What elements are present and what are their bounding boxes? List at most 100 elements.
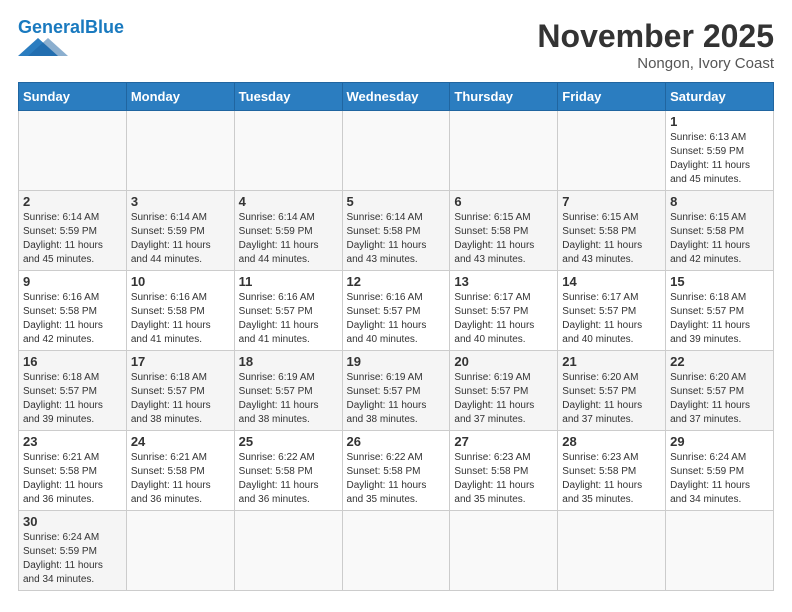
day-info: Sunrise: 6:22 AMSunset: 5:58 PMDaylight:…: [239, 451, 338, 507]
day-info: Sunrise: 6:16 AMSunset: 5:58 PMDaylight:…: [131, 291, 230, 347]
weekday-header-thursday: Thursday: [450, 83, 558, 111]
day-info: Sunrise: 6:20 AMSunset: 5:57 PMDaylight:…: [670, 371, 769, 427]
day-info: Sunrise: 6:15 AMSunset: 5:58 PMDaylight:…: [670, 211, 769, 267]
calendar-cell: 25Sunrise: 6:22 AMSunset: 5:58 PMDayligh…: [234, 431, 342, 511]
calendar-cell: 13Sunrise: 6:17 AMSunset: 5:57 PMDayligh…: [450, 271, 558, 351]
day-info: Sunrise: 6:14 AMSunset: 5:58 PMDaylight:…: [347, 211, 446, 267]
calendar-cell: 2 Sunrise: 6:14 AMSunset: 5:59 PMDaylight…: [19, 191, 127, 271]
calendar-cell: 24Sunrise: 6:21 AMSunset: 5:58 PMDayligh…: [126, 431, 234, 511]
calendar-cell: [450, 111, 558, 191]
day-info: Sunrise: 6:14 AMSunset: 5:59 PMDaylight:…: [23, 211, 122, 267]
calendar-week-row: 23 Sunrise: 6:21 AMSunset: 5:58 PMDayligh…: [19, 431, 774, 511]
calendar-cell: [450, 511, 558, 591]
day-number: 5: [347, 194, 446, 209]
calendar-week-row: 30 Sunrise: 6:24 AMSunset: 5:59 PMDayligh…: [19, 511, 774, 591]
day-info: Sunrise: 6:21 AMSunset: 5:58 PMDaylight:…: [23, 451, 122, 507]
day-info: Sunrise: 6:19 AMSunset: 5:57 PMDaylight:…: [347, 371, 446, 427]
calendar-cell: [126, 511, 234, 591]
calendar-cell: 19 Sunrise: 6:19 AMSunset: 5:57 PMDayligh…: [342, 351, 450, 431]
day-number: 20: [454, 354, 553, 369]
calendar-week-row: 9 Sunrise: 6:16 AMSunset: 5:58 PMDaylight…: [19, 271, 774, 351]
day-number: 8: [670, 194, 769, 209]
calendar-cell: 27 Sunrise: 6:23 AMSunset: 5:58 PMDayligh…: [450, 431, 558, 511]
day-info: Sunrise: 6:17 AMSunset: 5:57 PMDaylight:…: [454, 291, 553, 347]
calendar-cell: [126, 111, 234, 191]
day-number: 22: [670, 354, 769, 369]
day-info: Sunrise: 6:18 AMSunset: 5:57 PMDaylight:…: [131, 371, 230, 427]
calendar-cell: 15 Sunrise: 6:18 AMSunset: 5:57 PMDayligh…: [666, 271, 774, 351]
day-number: 10: [131, 274, 230, 289]
weekday-header-tuesday: Tuesday: [234, 83, 342, 111]
day-info: Sunrise: 6:16 AMSunset: 5:57 PMDaylight:…: [347, 291, 446, 347]
weekday-header-row: SundayMondayTuesdayWednesdayThursdayFrid…: [19, 83, 774, 111]
day-number: 26: [347, 434, 446, 449]
calendar-cell: 10 Sunrise: 6:16 AMSunset: 5:58 PMDayligh…: [126, 271, 234, 351]
calendar-cell: 1 Sunrise: 6:13 AMSunset: 5:59 PMDaylight…: [666, 111, 774, 191]
location: Nongon, Ivory Coast: [537, 55, 774, 72]
calendar-cell: 30 Sunrise: 6:24 AMSunset: 5:59 PMDayligh…: [19, 511, 127, 591]
day-number: 4: [239, 194, 338, 209]
day-number: 9: [23, 274, 122, 289]
calendar-cell: [234, 111, 342, 191]
calendar-cell: 16 Sunrise: 6:18 AMSunset: 5:57 PMDayligh…: [19, 351, 127, 431]
day-info: Sunrise: 6:15 AMSunset: 5:58 PMDaylight:…: [562, 211, 661, 267]
calendar-cell: [342, 511, 450, 591]
logo-general: General: [18, 17, 85, 37]
calendar-cell: 8 Sunrise: 6:15 AMSunset: 5:58 PMDaylight…: [666, 191, 774, 271]
day-info: Sunrise: 6:24 AMSunset: 5:59 PMDaylight:…: [670, 451, 769, 507]
logo-text: GeneralBlue: [18, 18, 124, 38]
day-number: 23: [23, 434, 122, 449]
day-info: Sunrise: 6:13 AMSunset: 5:59 PMDaylight:…: [670, 131, 769, 187]
logo-icon: [18, 38, 68, 56]
weekday-header-sunday: Sunday: [19, 83, 127, 111]
day-info: Sunrise: 6:23 AMSunset: 5:58 PMDaylight:…: [562, 451, 661, 507]
calendar-cell: 23 Sunrise: 6:21 AMSunset: 5:58 PMDayligh…: [19, 431, 127, 511]
weekday-header-wednesday: Wednesday: [342, 83, 450, 111]
day-number: 28: [562, 434, 661, 449]
day-info: Sunrise: 6:18 AMSunset: 5:57 PMDaylight:…: [23, 371, 122, 427]
page-header: GeneralBlue November 2025 Nongon, Ivory …: [18, 18, 774, 72]
day-number: 2: [23, 194, 122, 209]
day-number: 6: [454, 194, 553, 209]
day-number: 30: [23, 514, 122, 529]
calendar-cell: 20Sunrise: 6:19 AMSunset: 5:57 PMDayligh…: [450, 351, 558, 431]
calendar-cell: 22 Sunrise: 6:20 AMSunset: 5:57 PMDayligh…: [666, 351, 774, 431]
day-info: Sunrise: 6:24 AMSunset: 5:59 PMDaylight:…: [23, 531, 122, 587]
day-info: Sunrise: 6:21 AMSunset: 5:58 PMDaylight:…: [131, 451, 230, 507]
calendar-cell: 4 Sunrise: 6:14 AMSunset: 5:59 PMDaylight…: [234, 191, 342, 271]
calendar-cell: 29 Sunrise: 6:24 AMSunset: 5:59 PMDayligh…: [666, 431, 774, 511]
day-number: 19: [347, 354, 446, 369]
calendar-cell: [558, 511, 666, 591]
day-number: 3: [131, 194, 230, 209]
day-info: Sunrise: 6:14 AMSunset: 5:59 PMDaylight:…: [239, 211, 338, 267]
day-info: Sunrise: 6:23 AMSunset: 5:58 PMDaylight:…: [454, 451, 553, 507]
day-number: 18: [239, 354, 338, 369]
day-number: 17: [131, 354, 230, 369]
day-info: Sunrise: 6:18 AMSunset: 5:57 PMDaylight:…: [670, 291, 769, 347]
calendar-cell: [234, 511, 342, 591]
day-number: 27: [454, 434, 553, 449]
calendar-cell: 18 Sunrise: 6:19 AMSunset: 5:57 PMDayligh…: [234, 351, 342, 431]
day-info: Sunrise: 6:17 AMSunset: 5:57 PMDaylight:…: [562, 291, 661, 347]
day-info: Sunrise: 6:22 AMSunset: 5:58 PMDaylight:…: [347, 451, 446, 507]
logo-blue: Blue: [85, 17, 124, 37]
day-number: 29: [670, 434, 769, 449]
calendar-week-row: 16 Sunrise: 6:18 AMSunset: 5:57 PMDayligh…: [19, 351, 774, 431]
day-number: 21: [562, 354, 661, 369]
calendar-cell: 6Sunrise: 6:15 AMSunset: 5:58 PMDaylight…: [450, 191, 558, 271]
day-number: 15: [670, 274, 769, 289]
calendar-cell: 11Sunrise: 6:16 AMSunset: 5:57 PMDayligh…: [234, 271, 342, 351]
day-number: 7: [562, 194, 661, 209]
calendar-cell: 26 Sunrise: 6:22 AMSunset: 5:58 PMDayligh…: [342, 431, 450, 511]
calendar-cell: [342, 111, 450, 191]
day-number: 16: [23, 354, 122, 369]
calendar-cell: 5 Sunrise: 6:14 AMSunset: 5:58 PMDaylight…: [342, 191, 450, 271]
logo: GeneralBlue: [18, 18, 124, 61]
day-info: Sunrise: 6:19 AMSunset: 5:57 PMDaylight:…: [239, 371, 338, 427]
calendar-cell: [666, 511, 774, 591]
calendar-cell: 12Sunrise: 6:16 AMSunset: 5:57 PMDayligh…: [342, 271, 450, 351]
day-number: 1: [670, 114, 769, 129]
day-info: Sunrise: 6:14 AMSunset: 5:59 PMDaylight:…: [131, 211, 230, 267]
day-info: Sunrise: 6:20 AMSunset: 5:57 PMDaylight:…: [562, 371, 661, 427]
weekday-header-friday: Friday: [558, 83, 666, 111]
